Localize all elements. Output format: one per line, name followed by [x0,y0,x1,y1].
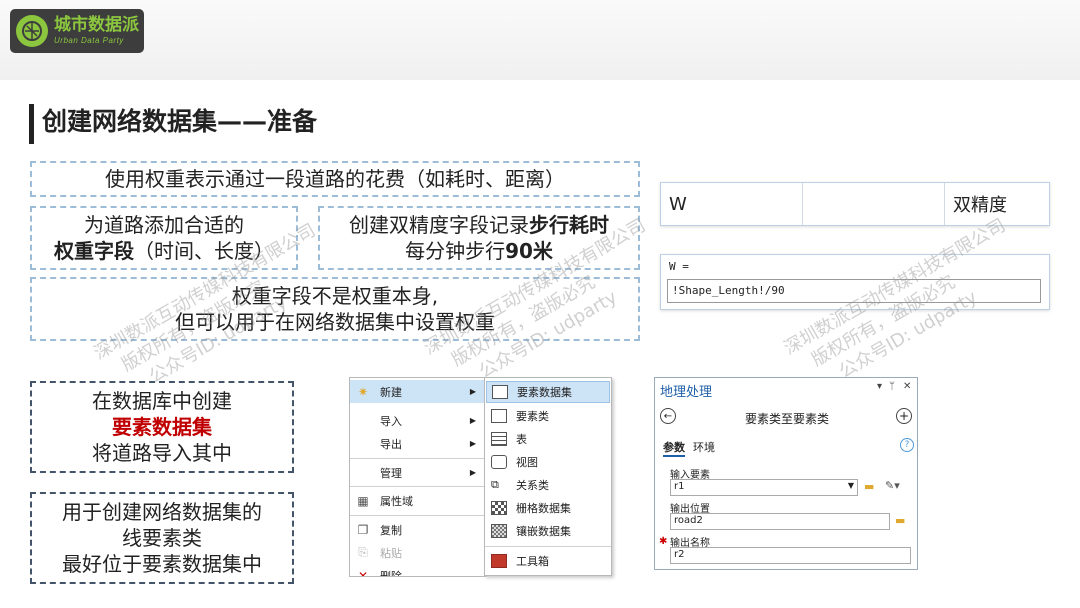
tab-parameters[interactable]: 参数 [663,439,685,457]
not-weight-box: 权重字段不是权重本身, 但可以用于在网络数据集中设置权重 [30,277,640,341]
add-field-line1: 为道路添加合适的 [84,213,244,237]
add-field-box: 为道路添加合适的 权重字段（时间、长度） [30,206,298,270]
submenu-arrow-icon: ▶ [469,387,476,396]
submenu-item-feature-class[interactable]: 要素类 [486,405,610,427]
menu-item-new[interactable]: ✷ 新建 ▶ [350,380,486,403]
delete-icon: ✕ [357,568,369,577]
submenu-arrow-icon: ▶ [469,439,476,448]
add-field-rest: （时间、长度） [134,239,274,263]
weight-cost-text: 使用权重表示通过一段道路的花费（如耗时、距离） [105,167,565,191]
speed-pre: 每分钟步行 [405,239,506,263]
submenu-item-raster-dataset[interactable]: 栅格数据集 [486,497,610,519]
not-weight-line1: 权重字段不是权重本身, [231,284,439,308]
pane-title: 地理处理 [660,385,713,400]
chevron-down-icon[interactable]: ▼ [848,481,854,490]
menu-item-export[interactable]: 导出 ▶ [350,432,486,455]
submenu-item-feature-dataset[interactable]: 要素数据集 [486,381,610,403]
field-alias-cell[interactable] [803,183,945,225]
not-weight-line2: 但可以用于在网络数据集中设置权重 [175,310,495,334]
weight-cost-box: 使用权重表示通过一段道路的花费（如耗时、距离） [30,161,640,197]
folder-icon[interactable]: ▬ [895,514,905,527]
geoprocessing-pane: 地理处理 ▾ ᛘ ✕ ← 要素类至要素类 + 参数 环境 ? 输入要素 r1 ▼… [654,377,918,570]
sun-icon: ✷ [357,384,369,399]
calc-label: W = [669,260,689,273]
add-field-bold: 权重字段 [54,239,134,263]
pin-dropdown-icon[interactable]: ▾ [877,381,882,392]
speed-bold: 90米 [505,239,553,263]
logo-title: 城市数据派 [54,15,139,35]
menu-item-paste[interactable]: ⎘ 粘贴 [350,541,486,564]
toolbox-icon [491,554,507,568]
table-icon [491,432,507,446]
view-icon [491,455,507,469]
output-name-field[interactable]: r2 [670,547,911,564]
raster-dataset-icon [491,501,507,515]
calculate-field-panel: W = !Shape_Length!/90 [660,254,1050,310]
calc-expression-input[interactable]: !Shape_Length!/90 [667,279,1041,303]
edit-pencil-icon[interactable]: ✎▾ [885,479,900,492]
submenu-item-mosaic-dataset[interactable]: 镶嵌数据集 [486,520,610,542]
db-red-text: 要素数据集 [112,415,212,439]
menu-item-copy[interactable]: ❐ 复制 [350,518,486,541]
menu-separator [350,515,486,516]
output-location-field[interactable]: road2 [670,513,890,530]
submenu-separator [485,546,611,547]
fc-line1: 用于创建网络数据集的 [62,500,262,524]
slide-title: 创建网络数据集——准备 [42,107,318,136]
double-field-box: 创建双精度字段记录步行耗时 每分钟步行90米 [318,206,640,270]
header-bar [0,0,1080,80]
menu-item-import[interactable]: 导入 ▶ [350,409,486,432]
submenu-item-table[interactable]: 表 [486,428,610,450]
fc-line3: 最好位于要素数据集中 [62,552,262,576]
fc-line2: 线要素类 [122,526,202,550]
close-icon[interactable]: ✕ [903,381,911,392]
required-marker-icon: ✱ [659,536,668,547]
logo: 城市数据派 Urban Data Party [10,9,144,53]
submenu-item-toolbox[interactable]: 工具箱 [486,550,610,572]
title-accent-bar [29,104,34,144]
copy-icon: ❐ [357,522,369,537]
submenu-item-relationship-class[interactable]: ⧉ 关系类 [486,474,610,496]
field-name-cell[interactable]: W [661,183,803,225]
logo-mark-icon [16,15,48,47]
field-type-cell[interactable]: 双精度 [945,183,1049,225]
tab-environments[interactable]: 环境 [693,439,715,455]
pin-icon[interactable]: ᛘ [889,381,895,392]
submenu-arrow-icon: ▶ [469,468,476,477]
feature-class-icon [491,409,507,423]
folder-icon[interactable]: ▬ [864,480,874,493]
menu-separator [350,486,486,487]
help-icon[interactable]: ? [900,438,914,452]
db-line3: 将道路导入其中 [92,441,232,465]
paste-icon: ⎘ [358,545,368,559]
feature-class-box: 用于创建网络数据集的 线要素类 最好位于要素数据集中 [30,492,294,584]
field-table-row: W 双精度 [660,182,1050,226]
menu-item-delete[interactable]: ✕ 删除 [350,564,486,577]
add-icon[interactable]: + [896,408,912,424]
menu-separator [350,458,486,459]
database-box: 在数据库中创建 要素数据集 将道路导入其中 [30,381,294,473]
relationship-class-icon: ⧉ [491,478,507,492]
mosaic-dataset-icon [491,524,507,538]
feature-dataset-icon [492,385,508,399]
menu-item-domains[interactable]: ▦ 属性域 [350,489,486,512]
menu-item-manage[interactable]: 管理 ▶ [350,461,486,484]
tool-name: 要素类至要素类 [744,412,829,426]
context-menu: ✷ 新建 ▶ 导入 ▶ 导出 ▶ 管理 ▶ ▦ 属性域 ❐ 复制 ⎘ 粘贴 ✕ … [349,377,487,577]
logo-subtitle: Urban Data Party [54,36,124,45]
domain-icon: ▦ [357,493,369,508]
double-field-pre: 创建双精度字段记录 [349,213,529,237]
db-line1: 在数据库中创建 [92,389,232,413]
submenu-item-view[interactable]: 视图 [486,451,610,473]
input-features-field[interactable]: r1 ▼ [670,479,858,496]
submenu-arrow-icon: ▶ [469,416,476,425]
double-field-bold: 步行耗时 [529,213,609,237]
new-submenu: 要素数据集 要素类 表 视图 ⧉ 关系类 栅格数据集 镶嵌数据集 工具箱 [484,377,612,576]
